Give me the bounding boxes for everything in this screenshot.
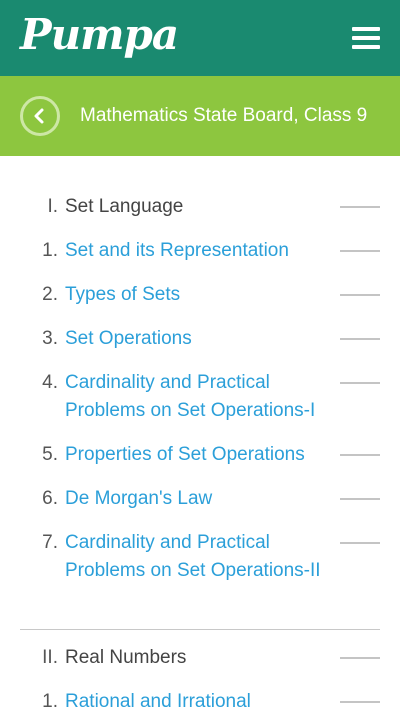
lesson-row[interactable]: 1. Set and its Representation <box>0 237 400 265</box>
unit-number: I. <box>47 196 58 217</box>
lesson-list: I. Set Language 1. Set and its Represent… <box>0 156 400 714</box>
lesson-row[interactable]: 7. Cardinality and Practical Problems on… <box>0 529 400 585</box>
lesson-link[interactable]: Set Operations <box>65 325 335 353</box>
hamburger-menu-icon[interactable] <box>352 27 380 49</box>
lesson-link[interactable]: Types of Sets <box>65 281 335 309</box>
back-button[interactable] <box>20 96 60 136</box>
course-header: Mathematics State Board, Class 9 <box>0 76 400 156</box>
lesson-number: 7. <box>42 532 58 553</box>
dash-icon <box>340 701 380 703</box>
lesson-number: 5. <box>42 444 58 465</box>
lesson-number: 2. <box>42 284 58 305</box>
pumpa-logo[interactable]: Pumpa <box>20 2 179 68</box>
lesson-row[interactable]: 6. De Morgan's Law <box>0 485 400 513</box>
unit-heading-row: II. Real Numbers <box>0 644 400 672</box>
chevron-left-icon <box>34 108 44 124</box>
lesson-link[interactable]: Set and its Representation <box>65 237 335 265</box>
unit-title: Real Numbers <box>65 647 187 668</box>
unit-heading-row: I. Set Language <box>0 193 400 221</box>
lesson-link[interactable]: De Morgan's Law <box>65 485 335 513</box>
dash-icon <box>340 498 380 500</box>
dash-icon <box>340 250 380 252</box>
lesson-number: 1. <box>42 240 58 261</box>
course-title: Mathematics State Board, Class 9 <box>80 105 368 126</box>
lesson-number: 4. <box>42 372 58 393</box>
collapse-dash-icon <box>340 657 380 659</box>
dash-icon <box>340 542 380 544</box>
lesson-link[interactable]: Cardinality and Practical Problems on Se… <box>65 529 335 585</box>
lesson-row[interactable]: 5. Properties of Set Operations <box>0 441 400 469</box>
top-app-bar: Pumpa <box>0 0 400 76</box>
lesson-link[interactable]: Properties of Set Operations <box>65 441 335 469</box>
lesson-link[interactable]: Cardinality and Practical Problems on Se… <box>65 369 335 425</box>
dash-icon <box>340 294 380 296</box>
unit-title: Set Language <box>65 196 184 217</box>
unit-section: II. Real Numbers 1. Rational and Irratio… <box>20 629 380 714</box>
lesson-row[interactable]: 2. Types of Sets <box>0 281 400 309</box>
lesson-number: 6. <box>42 488 58 509</box>
dash-icon <box>340 454 380 456</box>
unit-section: I. Set Language 1. Set and its Represent… <box>0 156 400 629</box>
lesson-link[interactable]: Rational and Irrational <box>65 688 335 714</box>
dash-icon <box>340 382 380 384</box>
lesson-row[interactable]: 4. Cardinality and Practical Problems on… <box>0 369 400 425</box>
lesson-row[interactable]: 1. Rational and Irrational <box>0 688 400 714</box>
lesson-row[interactable]: 3. Set Operations <box>0 325 400 353</box>
dash-icon <box>340 338 380 340</box>
lesson-number: 3. <box>42 328 58 349</box>
collapse-dash-icon <box>340 206 380 208</box>
lesson-number: 1. <box>42 691 58 712</box>
unit-number: II. <box>42 647 58 668</box>
